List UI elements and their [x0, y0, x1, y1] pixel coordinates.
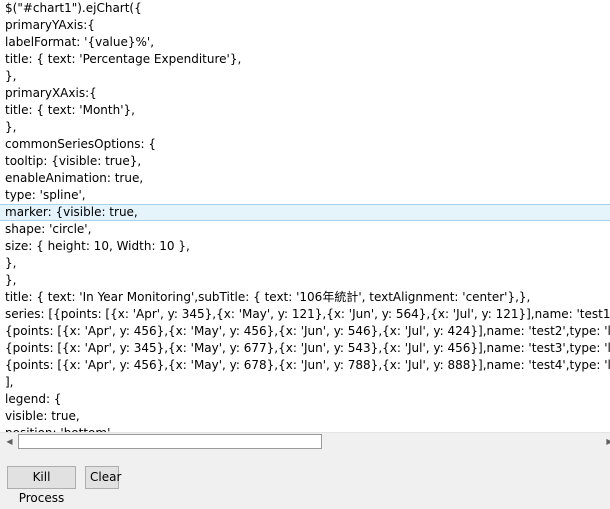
- code-line[interactable]: },: [0, 68, 610, 85]
- kill-process-button[interactable]: Kill Process: [7, 466, 76, 505]
- code-line[interactable]: tooltip: {visible: true},: [0, 153, 610, 170]
- code-line[interactable]: },: [0, 119, 610, 136]
- code-line[interactable]: primaryYAxis:{: [0, 17, 610, 34]
- code-line[interactable]: },: [0, 272, 610, 289]
- horizontal-scrollbar[interactable]: ◀ ▶: [0, 432, 610, 449]
- code-line[interactable]: {points: [{x: 'Apr', y: 456},{x: 'May', …: [0, 357, 610, 374]
- scrollbar-thumb[interactable]: [18, 434, 322, 449]
- code-line[interactable]: labelFormat: '{value}%',: [0, 34, 610, 51]
- code-line[interactable]: series: [{points: [{x: 'Apr', y: 345},{x…: [0, 306, 610, 323]
- code-line[interactable]: position: 'bottom': [0, 425, 610, 432]
- scroll-right-arrow-icon[interactable]: ▶: [602, 434, 610, 449]
- code-line[interactable]: ],: [0, 374, 610, 391]
- code-output-panel[interactable]: $("#chart1").ejChart({primaryYAxis:{labe…: [0, 0, 610, 432]
- code-line[interactable]: title: { text: 'Percentage Expenditure'}…: [0, 51, 610, 68]
- code-line[interactable]: commonSeriesOptions: {: [0, 136, 610, 153]
- scroll-left-arrow-icon[interactable]: ◀: [2, 434, 17, 449]
- code-line[interactable]: type: 'spline',: [0, 187, 610, 204]
- clear-button[interactable]: Clear: [85, 466, 121, 489]
- code-line[interactable]: title: { text: 'Month'},: [0, 102, 610, 119]
- code-line[interactable]: shape: 'circle',: [0, 221, 610, 238]
- code-line[interactable]: title: { text: 'In Year Monitoring',subT…: [0, 289, 610, 306]
- code-line[interactable]: legend: {: [0, 391, 610, 408]
- code-line[interactable]: },: [0, 255, 610, 272]
- code-line[interactable]: enableAnimation: true,: [0, 170, 610, 187]
- code-line-selected[interactable]: marker: {visible: true,: [0, 204, 610, 221]
- code-line[interactable]: $("#chart1").ejChart({: [0, 0, 610, 17]
- code-line[interactable]: {points: [{x: 'Apr', y: 456},{x: 'May', …: [0, 323, 610, 340]
- code-line[interactable]: {points: [{x: 'Apr', y: 345},{x: 'May', …: [0, 340, 610, 357]
- code-line[interactable]: primaryXAxis:{: [0, 85, 610, 102]
- code-line[interactable]: size: { height: 10, Width: 10 },: [0, 238, 610, 255]
- code-line[interactable]: visible: true,: [0, 408, 610, 425]
